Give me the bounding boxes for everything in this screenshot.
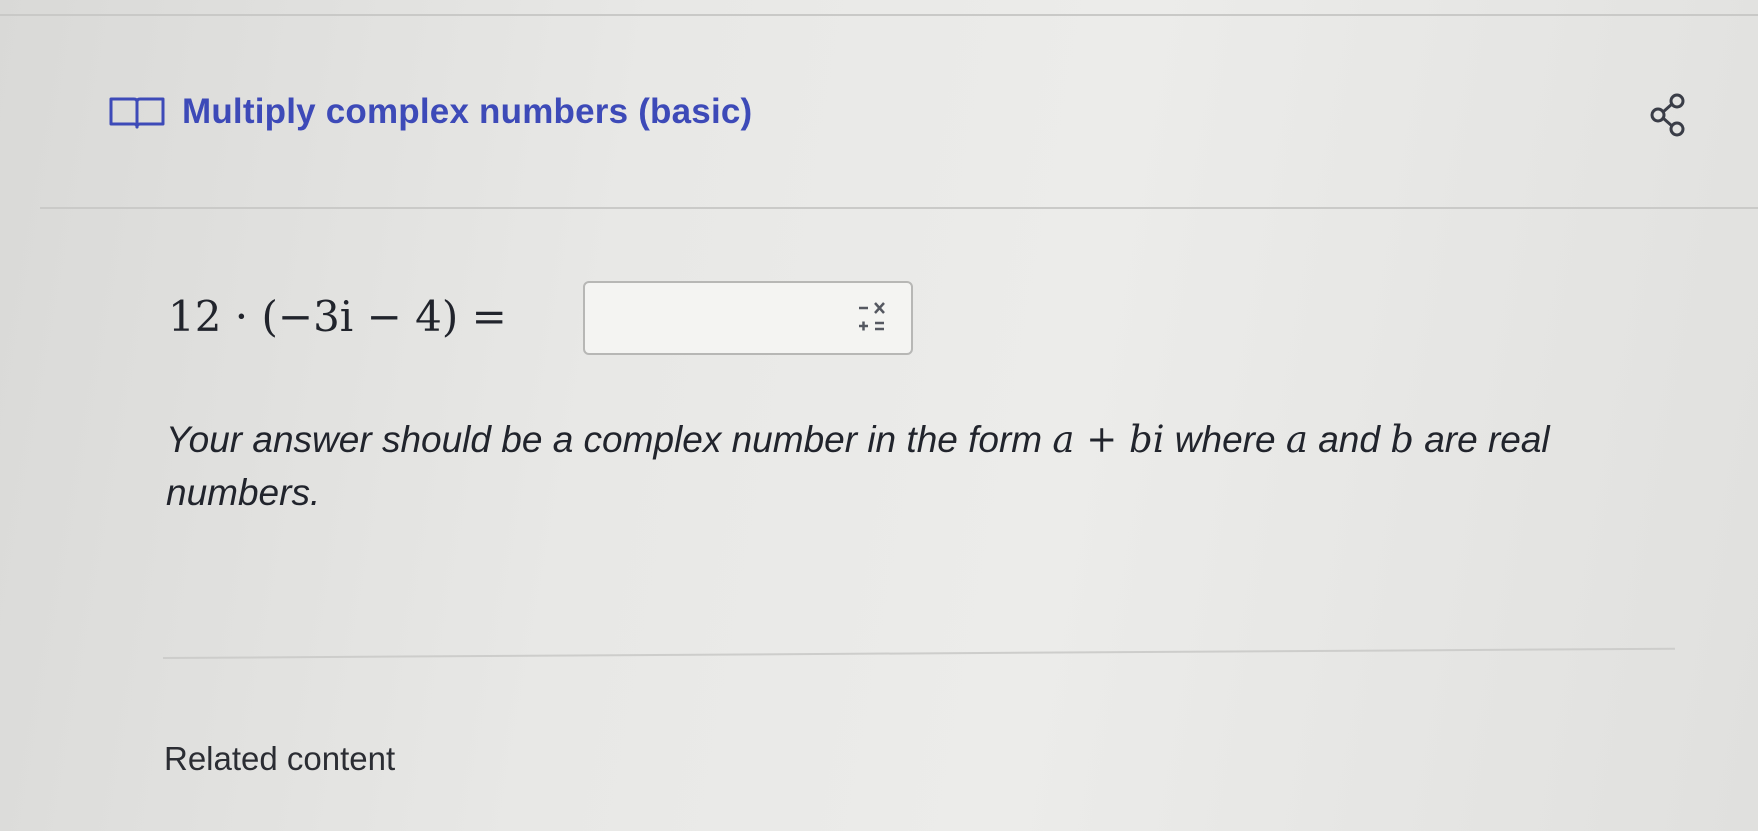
- answer-input[interactable]: [585, 283, 845, 353]
- instructions-text-3: and: [1307, 419, 1391, 460]
- content-divider: [162, 647, 1675, 659]
- exercise-header: Multiply complex numbers (basic): [0, 0, 1758, 210]
- share-icon[interactable]: [1648, 92, 1690, 138]
- problem-equation: 12 · (−3i − 4) =: [168, 292, 507, 341]
- variable-a: a: [1285, 418, 1308, 461]
- related-content-heading: Related content: [164, 740, 396, 777]
- exercise-title: Multiply complex numbers (basic): [182, 92, 753, 131]
- answer-instructions: Your answer should be a complex number i…: [166, 414, 1706, 519]
- form-expression: a + bi: [1052, 418, 1165, 461]
- math-keypad-icon[interactable]: [855, 298, 889, 336]
- instructions-text-1: Your answer should be a complex number i…: [166, 419, 1053, 460]
- instructions-text-2: where: [1164, 419, 1286, 460]
- header-divider: [40, 207, 1758, 209]
- variable-b: b: [1390, 418, 1414, 461]
- book-icon: [109, 97, 165, 129]
